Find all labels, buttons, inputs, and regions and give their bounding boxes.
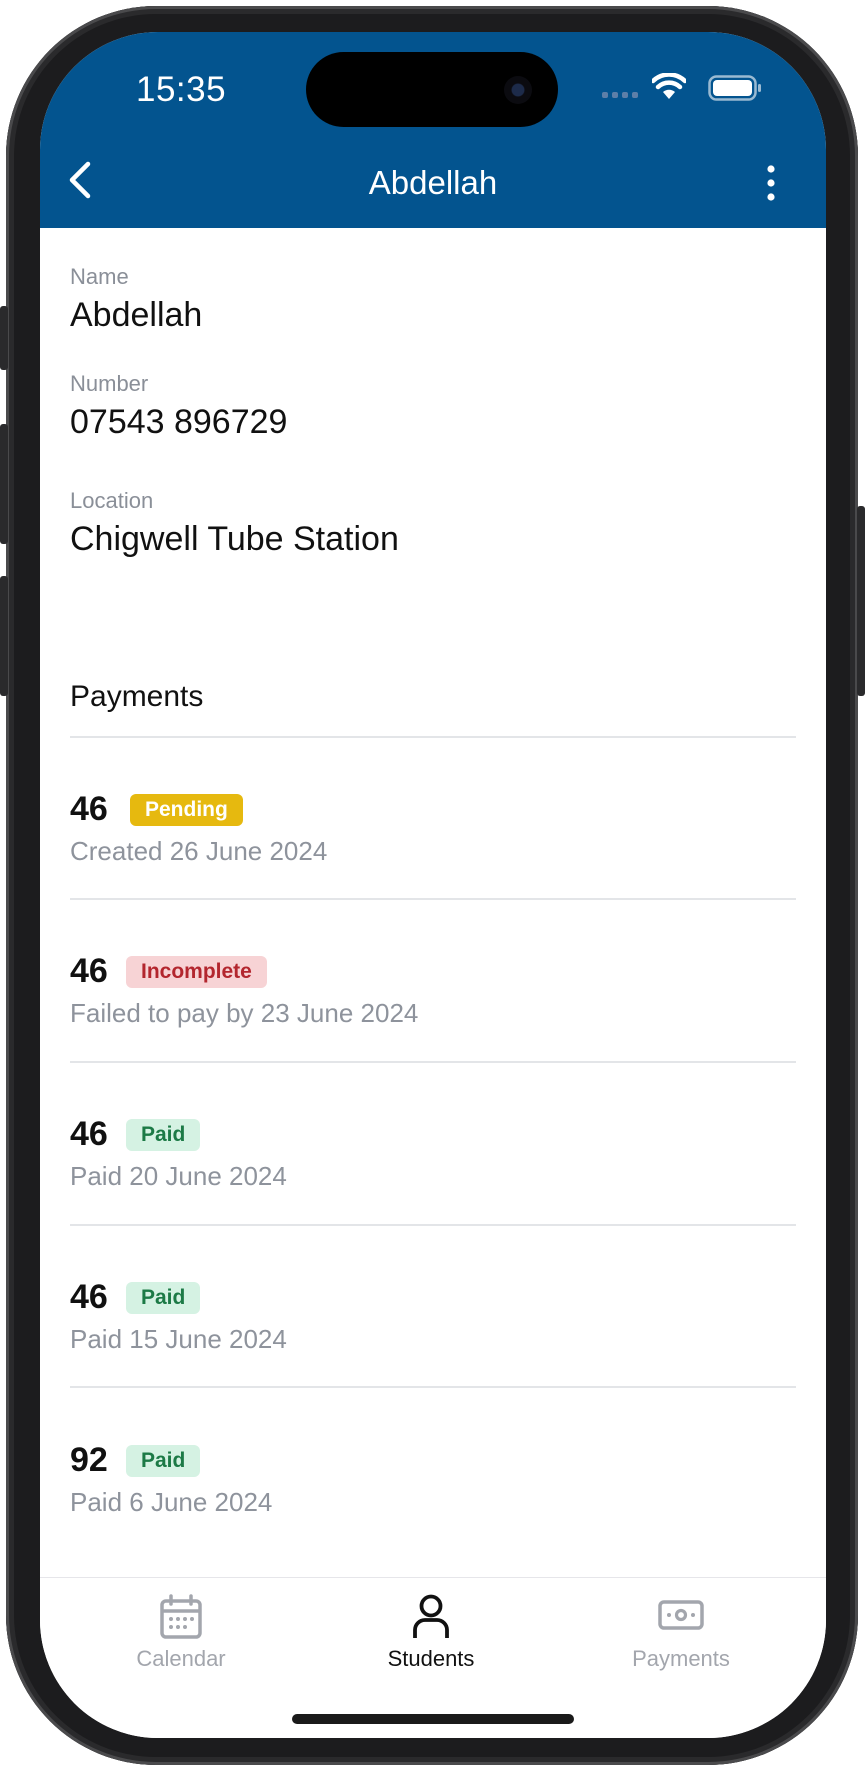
payment-detail: Created 26 June 2024 (70, 836, 328, 866)
tab-payments-label: Payments (632, 1646, 730, 1671)
payments-section-title: Payments (70, 680, 204, 713)
status-badge-paid: Paid (126, 1445, 201, 1477)
app-header: 15:35 Abdellah (40, 32, 826, 228)
payment-row[interactable]: 46 Paid Paid 20 June 2024 (70, 1115, 796, 1277)
divider (70, 898, 796, 900)
tab-calendar[interactable]: Calendar (91, 1578, 271, 1698)
cash-icon (658, 1600, 704, 1630)
calendar-icon (160, 1594, 202, 1639)
payment-amount: 46 (70, 1115, 108, 1153)
location-label: Location (70, 488, 154, 513)
status-badge-paid: Paid (126, 1119, 201, 1151)
divider (70, 1224, 796, 1226)
payment-amount: 46 (70, 790, 108, 828)
page-title: Abdellah (368, 164, 498, 201)
number-label: Number (70, 371, 149, 396)
divider (70, 1061, 796, 1063)
payment-detail: Paid 15 June 2024 (70, 1324, 287, 1354)
status-time: 15:35 (136, 70, 227, 109)
number-value[interactable]: 07543 896729 (70, 403, 287, 442)
tab-payments[interactable]: Payments (591, 1578, 771, 1698)
tab-students-label: Students (387, 1646, 475, 1671)
camera-icon (504, 76, 532, 104)
payment-row[interactable]: 46 Incomplete Failed to pay by 23 June 2… (70, 952, 796, 1114)
payment-amount: 46 (70, 1278, 108, 1316)
person-icon (413, 1594, 449, 1638)
cellular-signal-icon (602, 92, 638, 98)
action-button (0, 306, 8, 370)
status-badge-pending: Pending (130, 794, 243, 826)
dynamic-island (306, 52, 558, 127)
payment-detail: Failed to pay by 23 June 2024 (70, 998, 419, 1028)
payment-detail: Paid 20 June 2024 (70, 1161, 287, 1191)
status-badge-incomplete: Incomplete (126, 956, 267, 988)
location-value[interactable]: Chigwell Tube Station (70, 520, 399, 559)
more-options-icon[interactable] (756, 163, 786, 203)
tab-students[interactable]: Students (341, 1578, 521, 1698)
divider (70, 1386, 796, 1388)
payment-detail: Paid 6 June 2024 (70, 1487, 273, 1517)
payment-row[interactable]: 46 Pending Created 26 June 2024 (70, 790, 796, 952)
wifi-icon (652, 73, 686, 99)
payment-row[interactable]: 46 Paid Paid 15 June 2024 (70, 1278, 796, 1440)
divider (70, 736, 796, 738)
tab-calendar-label: Calendar (136, 1646, 226, 1671)
payment-amount: 46 (70, 952, 108, 990)
battery-icon (708, 75, 761, 101)
screen: 15:35 Abdellah Name Abdellah Number 0754… (40, 32, 826, 1738)
volume-down-button (0, 576, 8, 696)
volume-up-button (0, 424, 8, 544)
payment-amount: 92 (70, 1441, 108, 1479)
home-indicator[interactable] (292, 1714, 574, 1724)
name-label: Name (70, 264, 129, 289)
power-button (857, 506, 865, 696)
name-value: Abdellah (70, 296, 203, 334)
status-badge-paid: Paid (126, 1282, 201, 1314)
